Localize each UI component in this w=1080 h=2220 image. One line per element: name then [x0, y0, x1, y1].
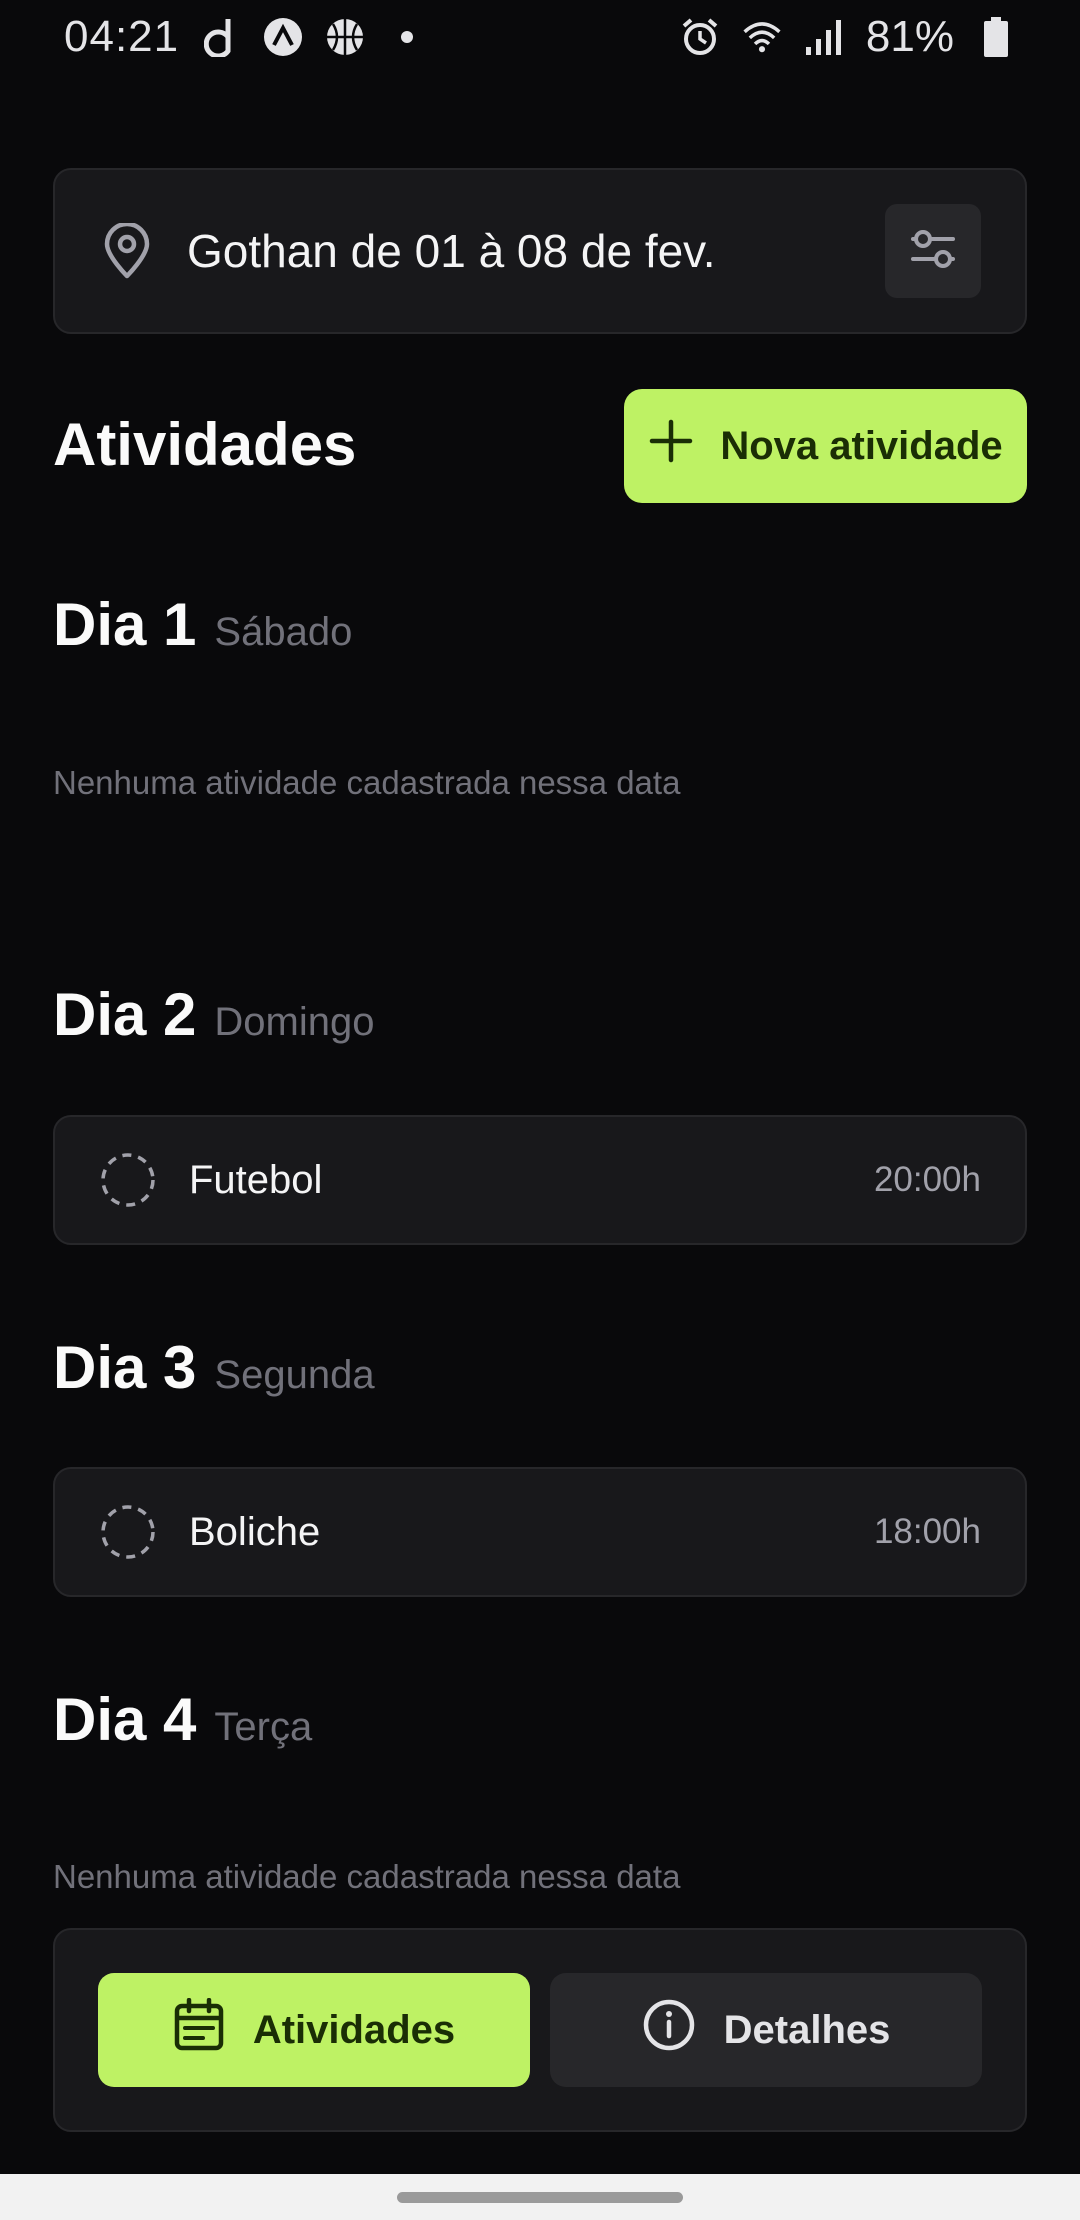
tab-details[interactable]: Detalhes [550, 1973, 982, 2087]
tab-activities[interactable]: Atividades [98, 1973, 530, 2087]
plus-icon [648, 418, 694, 474]
tab-activities-label: Atividades [252, 2007, 456, 2052]
day-title: Dia 1 [53, 591, 197, 658]
home-indicator[interactable] [397, 2192, 683, 2203]
day-header: Dia 2 Domingo [53, 980, 375, 1049]
status-left: 04:21 [64, 12, 414, 62]
activity-time: 20:00h [873, 1160, 981, 1199]
status-right: 81% [680, 12, 1016, 62]
day-header: Dia 4 Terça [53, 1685, 312, 1754]
empty-day-message: Nenhuma atividade cadastrada nessa data [53, 1858, 681, 1895]
tab-details-label: Detalhes [723, 2007, 891, 2052]
map-pin-icon [99, 223, 155, 279]
new-activity-button[interactable]: Nova atividade [624, 389, 1027, 503]
day-weekday: Terça [214, 1705, 313, 1749]
sliders-icon [909, 226, 957, 277]
day-weekday: Domingo [214, 1000, 375, 1044]
day-title: Dia 2 [53, 981, 197, 1048]
signal-icon [804, 17, 844, 57]
bottom-tab-bar: Atividades Detalhes [53, 1928, 1027, 2132]
activity-card[interactable]: Boliche 18:00h [53, 1467, 1027, 1597]
battery-percentage: 81% [865, 12, 954, 61]
day-title: Dia 4 [53, 1686, 197, 1753]
status-bar: 04:21 81% [0, 0, 1080, 74]
activity-card[interactable]: Futebol 20:00h [53, 1115, 1027, 1245]
d-icon [201, 17, 241, 57]
trip-settings-button[interactable] [885, 204, 981, 298]
info-icon [642, 1998, 696, 2062]
alarm-icon [680, 17, 720, 57]
app-screen: 04:21 81% Gothan de 01 à 08 de fev. Ativ… [0, 0, 1080, 2220]
day-header: Dia 3 Segunda [53, 1333, 375, 1402]
battery-icon [976, 17, 1016, 57]
page-title: Atividades [53, 411, 357, 478]
pending-circle-icon[interactable] [99, 1503, 157, 1561]
activity-name: Futebol [189, 1157, 323, 1202]
wifi-icon [742, 17, 782, 57]
arrow-up-circle-icon [263, 17, 303, 57]
activity-name: Boliche [189, 1509, 321, 1554]
empty-day-message: Nenhuma atividade cadastrada nessa data [53, 764, 681, 801]
day-weekday: Sábado [214, 610, 353, 654]
notification-dot [401, 31, 414, 43]
activity-time: 18:00h [873, 1512, 981, 1551]
destination-text[interactable]: Gothan de 01 à 08 de fev. [187, 224, 885, 278]
day-weekday: Segunda [214, 1353, 375, 1397]
day-header: Dia 1 Sábado [53, 590, 352, 659]
basketball-icon [325, 17, 365, 57]
calendar-icon [173, 1997, 225, 2062]
pending-circle-icon[interactable] [99, 1151, 157, 1209]
status-time: 04:21 [64, 12, 180, 61]
new-activity-label: Nova atividade [720, 423, 1003, 468]
day-title: Dia 3 [53, 1334, 197, 1401]
destination-bar: Gothan de 01 à 08 de fev. [53, 168, 1027, 334]
